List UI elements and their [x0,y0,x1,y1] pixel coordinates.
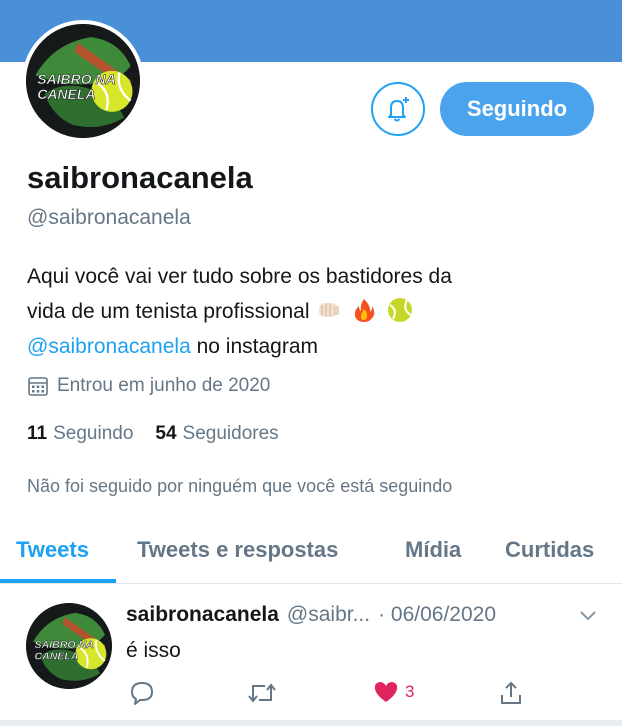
reply-button[interactable] [129,680,155,706]
tweet-date: · 06/06/2020 [378,603,497,626]
tab-media[interactable]: Mídia [405,537,461,563]
tweet-author-name[interactable]: saibronacanela [126,603,279,627]
tweet-header: saibronacanela @saibr... · 06/06/2020 [126,603,496,627]
tweet-author-handle: @saibr... [286,603,371,626]
bio-line-2-text: vida de um tenista profissional [27,300,310,323]
followers-label: Seguidores [182,423,279,444]
bio-line-2: vida de um tenista profissional [27,294,587,329]
share-icon [501,681,521,704]
chevron-down-icon [580,611,596,621]
followed-by-text: Não foi seguido por ninguém que você est… [27,476,453,496]
profile-tabs: Tweets Tweets e respostas Mídia Curtidas [0,520,622,584]
following-label: Seguindo [53,423,134,444]
fist-bump-icon [315,297,341,323]
profile-stats: 11 Seguindo 54 Seguidores [27,423,301,445]
bottom-divider [0,720,622,726]
joined-date: Entrou em junho de 2020 [27,375,270,397]
joined-date-text: Entrou em junho de 2020 [57,375,271,396]
svg-text:SAIBRO NA: SAIBRO NA [34,639,93,651]
bio-instagram-link[interactable]: @saibronacanela [27,335,191,358]
heart-icon [374,682,398,702]
following-stat[interactable]: 11 Seguindo [27,423,133,445]
svg-text:SAIBRO NA: SAIBRO NA [37,71,116,87]
like-count: 3 [405,682,415,701]
retweet-icon [248,683,276,703]
tweet-text: é isso [126,639,181,662]
following-count: 11 [27,423,48,444]
following-button[interactable]: Seguindo [440,82,594,136]
tennis-ball-icon [387,297,413,323]
tab-tweets[interactable]: Tweets [16,537,89,563]
followers-count: 54 [155,423,177,444]
share-button[interactable] [498,680,524,706]
tweet-author-avatar[interactable]: SAIBRO NA CANELA [26,603,112,689]
notifications-bell-button[interactable] [371,82,425,136]
profile-bio: Aqui você vai ver tudo sobre os bastidor… [27,259,587,364]
profile-display-name: saibronacanela [27,160,253,195]
tab-tweets-and-replies[interactable]: Tweets e respostas [137,537,338,563]
profile-avatar[interactable]: SAIBRO NA CANELA [22,20,144,142]
reply-icon [131,682,153,705]
bio-line-3: @saibronacanela no instagram [27,329,587,364]
bio-suffix: no instagram [190,335,318,358]
bell-plus-icon [388,97,409,122]
calendar-icon [28,377,48,396]
fire-icon [351,297,377,323]
profile-handle: @saibronacanela [27,206,191,229]
bio-line-1: Aqui você vai ver tudo sobre os bastidor… [27,265,452,288]
like-button[interactable]: 3 [373,680,414,704]
retweet-button[interactable] [247,680,277,706]
active-tab-indicator [0,579,116,583]
svg-text:CANELA: CANELA [37,86,95,102]
followers-stat[interactable]: 54 Seguidores [155,423,278,445]
saibro-na-canela-logo-icon: SAIBRO NA CANELA [26,24,140,138]
tab-likes[interactable]: Curtidas [505,537,594,563]
svg-text:CANELA: CANELA [34,650,78,662]
tweet-menu-button[interactable] [578,609,598,628]
saibro-na-canela-logo-icon: SAIBRO NA CANELA [26,603,112,689]
